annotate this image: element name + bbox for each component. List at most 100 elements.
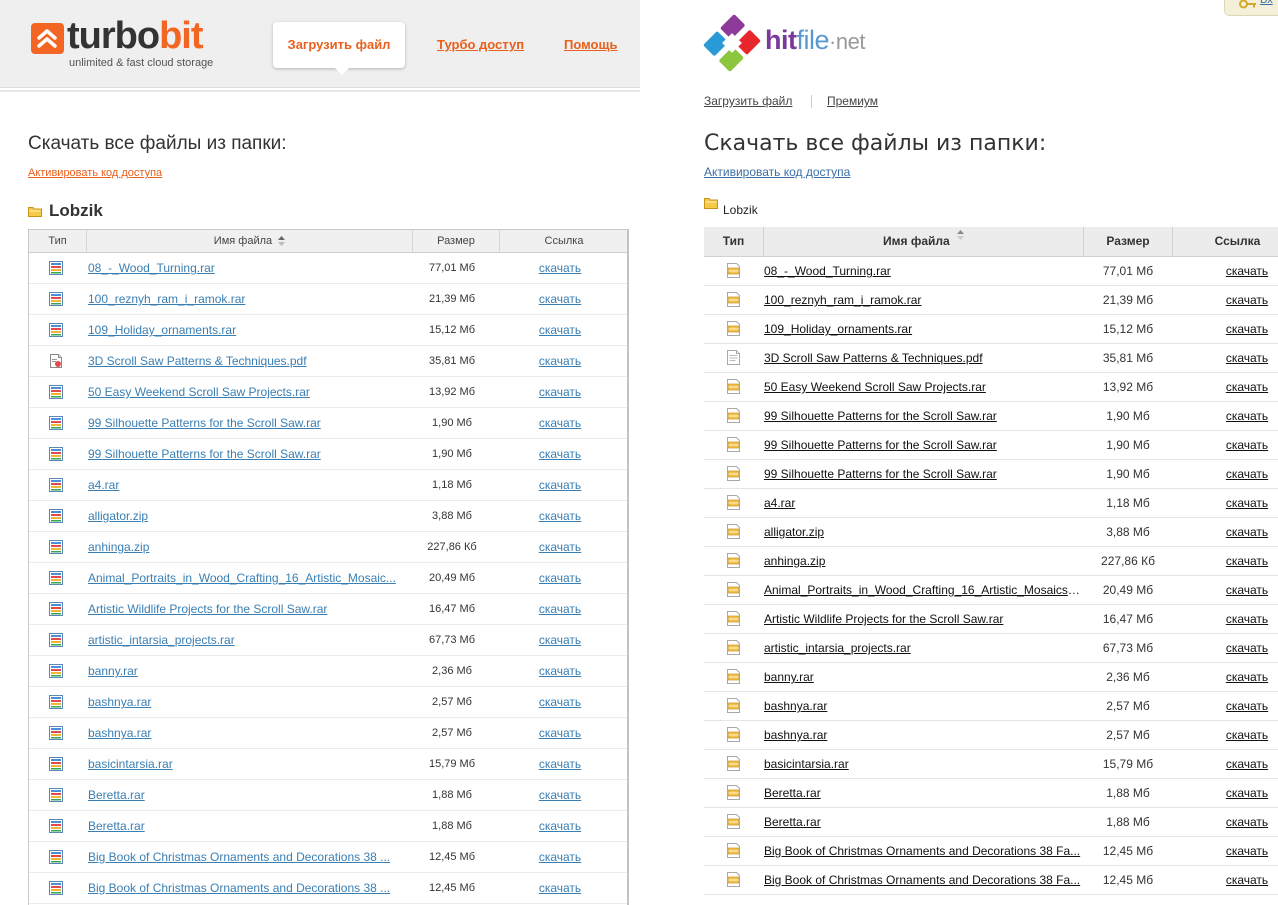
download-link[interactable]: скачать — [500, 819, 620, 833]
download-link[interactable]: скачать — [500, 509, 620, 523]
file-name-link[interactable]: Beretta.rar — [764, 815, 1082, 829]
file-name-link[interactable]: 99 Silhouette Patterns for the Scroll Sa… — [88, 416, 406, 430]
download-link[interactable]: скачать — [500, 726, 620, 740]
download-link[interactable]: скачать — [1212, 554, 1278, 568]
file-name-link[interactable]: bashnya.rar — [88, 695, 406, 709]
download-link[interactable]: скачать — [1212, 409, 1278, 423]
download-link[interactable]: скачать — [1212, 496, 1278, 510]
file-name-link[interactable]: 100_reznyh_ram_i_ramok.rar — [88, 292, 406, 306]
file-name-link[interactable]: Big Book of Christmas Ornaments and Deco… — [88, 850, 406, 864]
header-filename[interactable]: Имя файла — [86, 230, 412, 252]
download-link[interactable]: скачать — [500, 850, 620, 864]
file-name-link[interactable]: 08_-_Wood_Turning.rar — [764, 264, 1082, 278]
download-link[interactable]: скачать — [500, 664, 620, 678]
download-link[interactable]: скачать — [500, 447, 620, 461]
download-link[interactable]: скачать — [1212, 844, 1278, 858]
download-link[interactable]: скачать — [500, 540, 620, 554]
file-name-link[interactable]: Big Book of Christmas Ornaments and Deco… — [764, 873, 1082, 887]
file-name-link[interactable]: 99 Silhouette Patterns for the Scroll Sa… — [88, 447, 406, 461]
download-link[interactable]: скачать — [1212, 670, 1278, 684]
file-name-link[interactable]: banny.rar — [764, 670, 1082, 684]
file-name-link[interactable]: anhinga.zip — [764, 554, 1082, 568]
help-link[interactable]: Помощь — [564, 37, 617, 52]
download-link[interactable]: скачать — [500, 757, 620, 771]
file-name-link[interactable]: artistic_intarsia_projects.rar — [88, 633, 406, 647]
file-name-link[interactable]: Beretta.rar — [88, 788, 406, 802]
file-name-link[interactable]: Big Book of Christmas Ornaments and Deco… — [764, 844, 1082, 858]
download-link[interactable]: скачать — [1212, 873, 1278, 887]
download-link[interactable]: скачать — [500, 323, 620, 337]
upload-file-link[interactable]: Загрузить файл — [704, 94, 792, 108]
download-link[interactable]: скачать — [1212, 699, 1278, 713]
download-link[interactable]: скачать — [500, 571, 620, 585]
download-link[interactable]: скачать — [1212, 438, 1278, 452]
file-name-link[interactable]: bashnya.rar — [764, 699, 1082, 713]
file-name-link[interactable]: Animal_Portraits_in_Wood_Crafting_16_Art… — [764, 583, 1082, 597]
upload-file-button[interactable]: Загрузить файл — [273, 22, 405, 75]
file-name-link[interactable]: basicintarsia.rar — [764, 757, 1082, 771]
file-name-link[interactable]: alligator.zip — [764, 525, 1082, 539]
file-name-link[interactable]: 99 Silhouette Patterns for the Scroll Sa… — [764, 409, 1082, 423]
file-name-link[interactable]: bashnya.rar — [88, 726, 406, 740]
download-link[interactable]: скачать — [500, 602, 620, 616]
file-name-link[interactable]: 50 Easy Weekend Scroll Saw Projects.rar — [88, 385, 406, 399]
file-name-link[interactable]: Big Book of Christmas Ornaments and Deco… — [88, 881, 406, 895]
archive-icon — [727, 437, 740, 452]
download-link[interactable]: скачать — [500, 261, 620, 275]
file-name-link[interactable]: anhinga.zip — [88, 540, 406, 554]
login-button[interactable]: Вх — [1224, 0, 1278, 16]
download-link[interactable]: скачать — [1212, 815, 1278, 829]
download-link[interactable]: скачать — [1212, 351, 1278, 365]
file-name-link[interactable]: 50 Easy Weekend Scroll Saw Projects.rar — [764, 380, 1082, 394]
download-link[interactable]: скачать — [500, 788, 620, 802]
download-link[interactable]: скачать — [500, 354, 620, 368]
download-link[interactable]: скачать — [1212, 612, 1278, 626]
download-link[interactable]: скачать — [1212, 264, 1278, 278]
file-name-link[interactable]: 109_Holiday_ornaments.rar — [764, 322, 1082, 336]
file-name-link[interactable]: alligator.zip — [88, 509, 406, 523]
download-link[interactable]: скачать — [500, 416, 620, 430]
premium-link[interactable]: Премиум — [827, 94, 878, 108]
file-name-link[interactable]: 109_Holiday_ornaments.rar — [88, 323, 406, 337]
download-link[interactable]: скачать — [1212, 786, 1278, 800]
file-name-link[interactable]: 3D Scroll Saw Patterns & Techniques.pdf — [764, 351, 1082, 365]
file-name-link[interactable]: Beretta.rar — [764, 786, 1082, 800]
file-size: 2,57 Мб — [432, 727, 472, 739]
download-link[interactable]: скачать — [1212, 757, 1278, 771]
download-link[interactable]: скачать — [500, 292, 620, 306]
download-link[interactable]: скачать — [1212, 322, 1278, 336]
activate-code-link[interactable]: Активировать код доступа — [704, 165, 850, 179]
download-link[interactable]: скачать — [1212, 583, 1278, 597]
download-link[interactable]: скачать — [500, 478, 620, 492]
download-link[interactable]: скачать — [500, 633, 620, 647]
download-link[interactable]: скачать — [1212, 380, 1278, 394]
table-row: bashnya.rar 2,57 Мб скачать — [29, 687, 627, 718]
download-link[interactable]: скачать — [1212, 728, 1278, 742]
archive-icon — [727, 321, 740, 336]
turbo-access-link[interactable]: Турбо доступ — [437, 37, 524, 52]
activate-code-link[interactable]: Активировать код доступа — [28, 167, 162, 179]
file-name-link[interactable]: 100_reznyh_ram_i_ramok.rar — [764, 293, 1082, 307]
file-name-link[interactable]: 99 Silhouette Patterns for the Scroll Sa… — [764, 438, 1082, 452]
download-link[interactable]: скачать — [1212, 525, 1278, 539]
file-name-link[interactable]: a4.rar — [88, 478, 406, 492]
download-link[interactable]: скачать — [1212, 641, 1278, 655]
file-name-link[interactable]: Animal_Portraits_in_Wood_Crafting_16_Art… — [88, 571, 406, 585]
file-name-link[interactable]: banny.rar — [88, 664, 406, 678]
file-name-link[interactable]: 3D Scroll Saw Patterns & Techniques.pdf — [88, 354, 406, 368]
download-link[interactable]: скачать — [500, 881, 620, 895]
file-name-link[interactable]: 08_-_Wood_Turning.rar — [88, 261, 406, 275]
file-name-link[interactable]: 99 Silhouette Patterns for the Scroll Sa… — [764, 467, 1082, 481]
file-name-link[interactable]: Artistic Wildlife Projects for the Scrol… — [764, 612, 1082, 626]
file-name-link[interactable]: basicintarsia.rar — [88, 757, 406, 771]
file-name-link[interactable]: bashnya.rar — [764, 728, 1082, 742]
file-name-link[interactable]: a4.rar — [764, 496, 1082, 510]
file-name-link[interactable]: Artistic Wildlife Projects for the Scrol… — [88, 602, 406, 616]
file-name-link[interactable]: Beretta.rar — [88, 819, 406, 833]
download-link[interactable]: скачать — [1212, 293, 1278, 307]
file-name-link[interactable]: artistic_intarsia_projects.rar — [764, 641, 1082, 655]
download-link[interactable]: скачать — [500, 695, 620, 709]
header-filename[interactable]: Имя файла — [763, 227, 1083, 256]
download-link[interactable]: скачать — [1212, 467, 1278, 481]
download-link[interactable]: скачать — [500, 385, 620, 399]
